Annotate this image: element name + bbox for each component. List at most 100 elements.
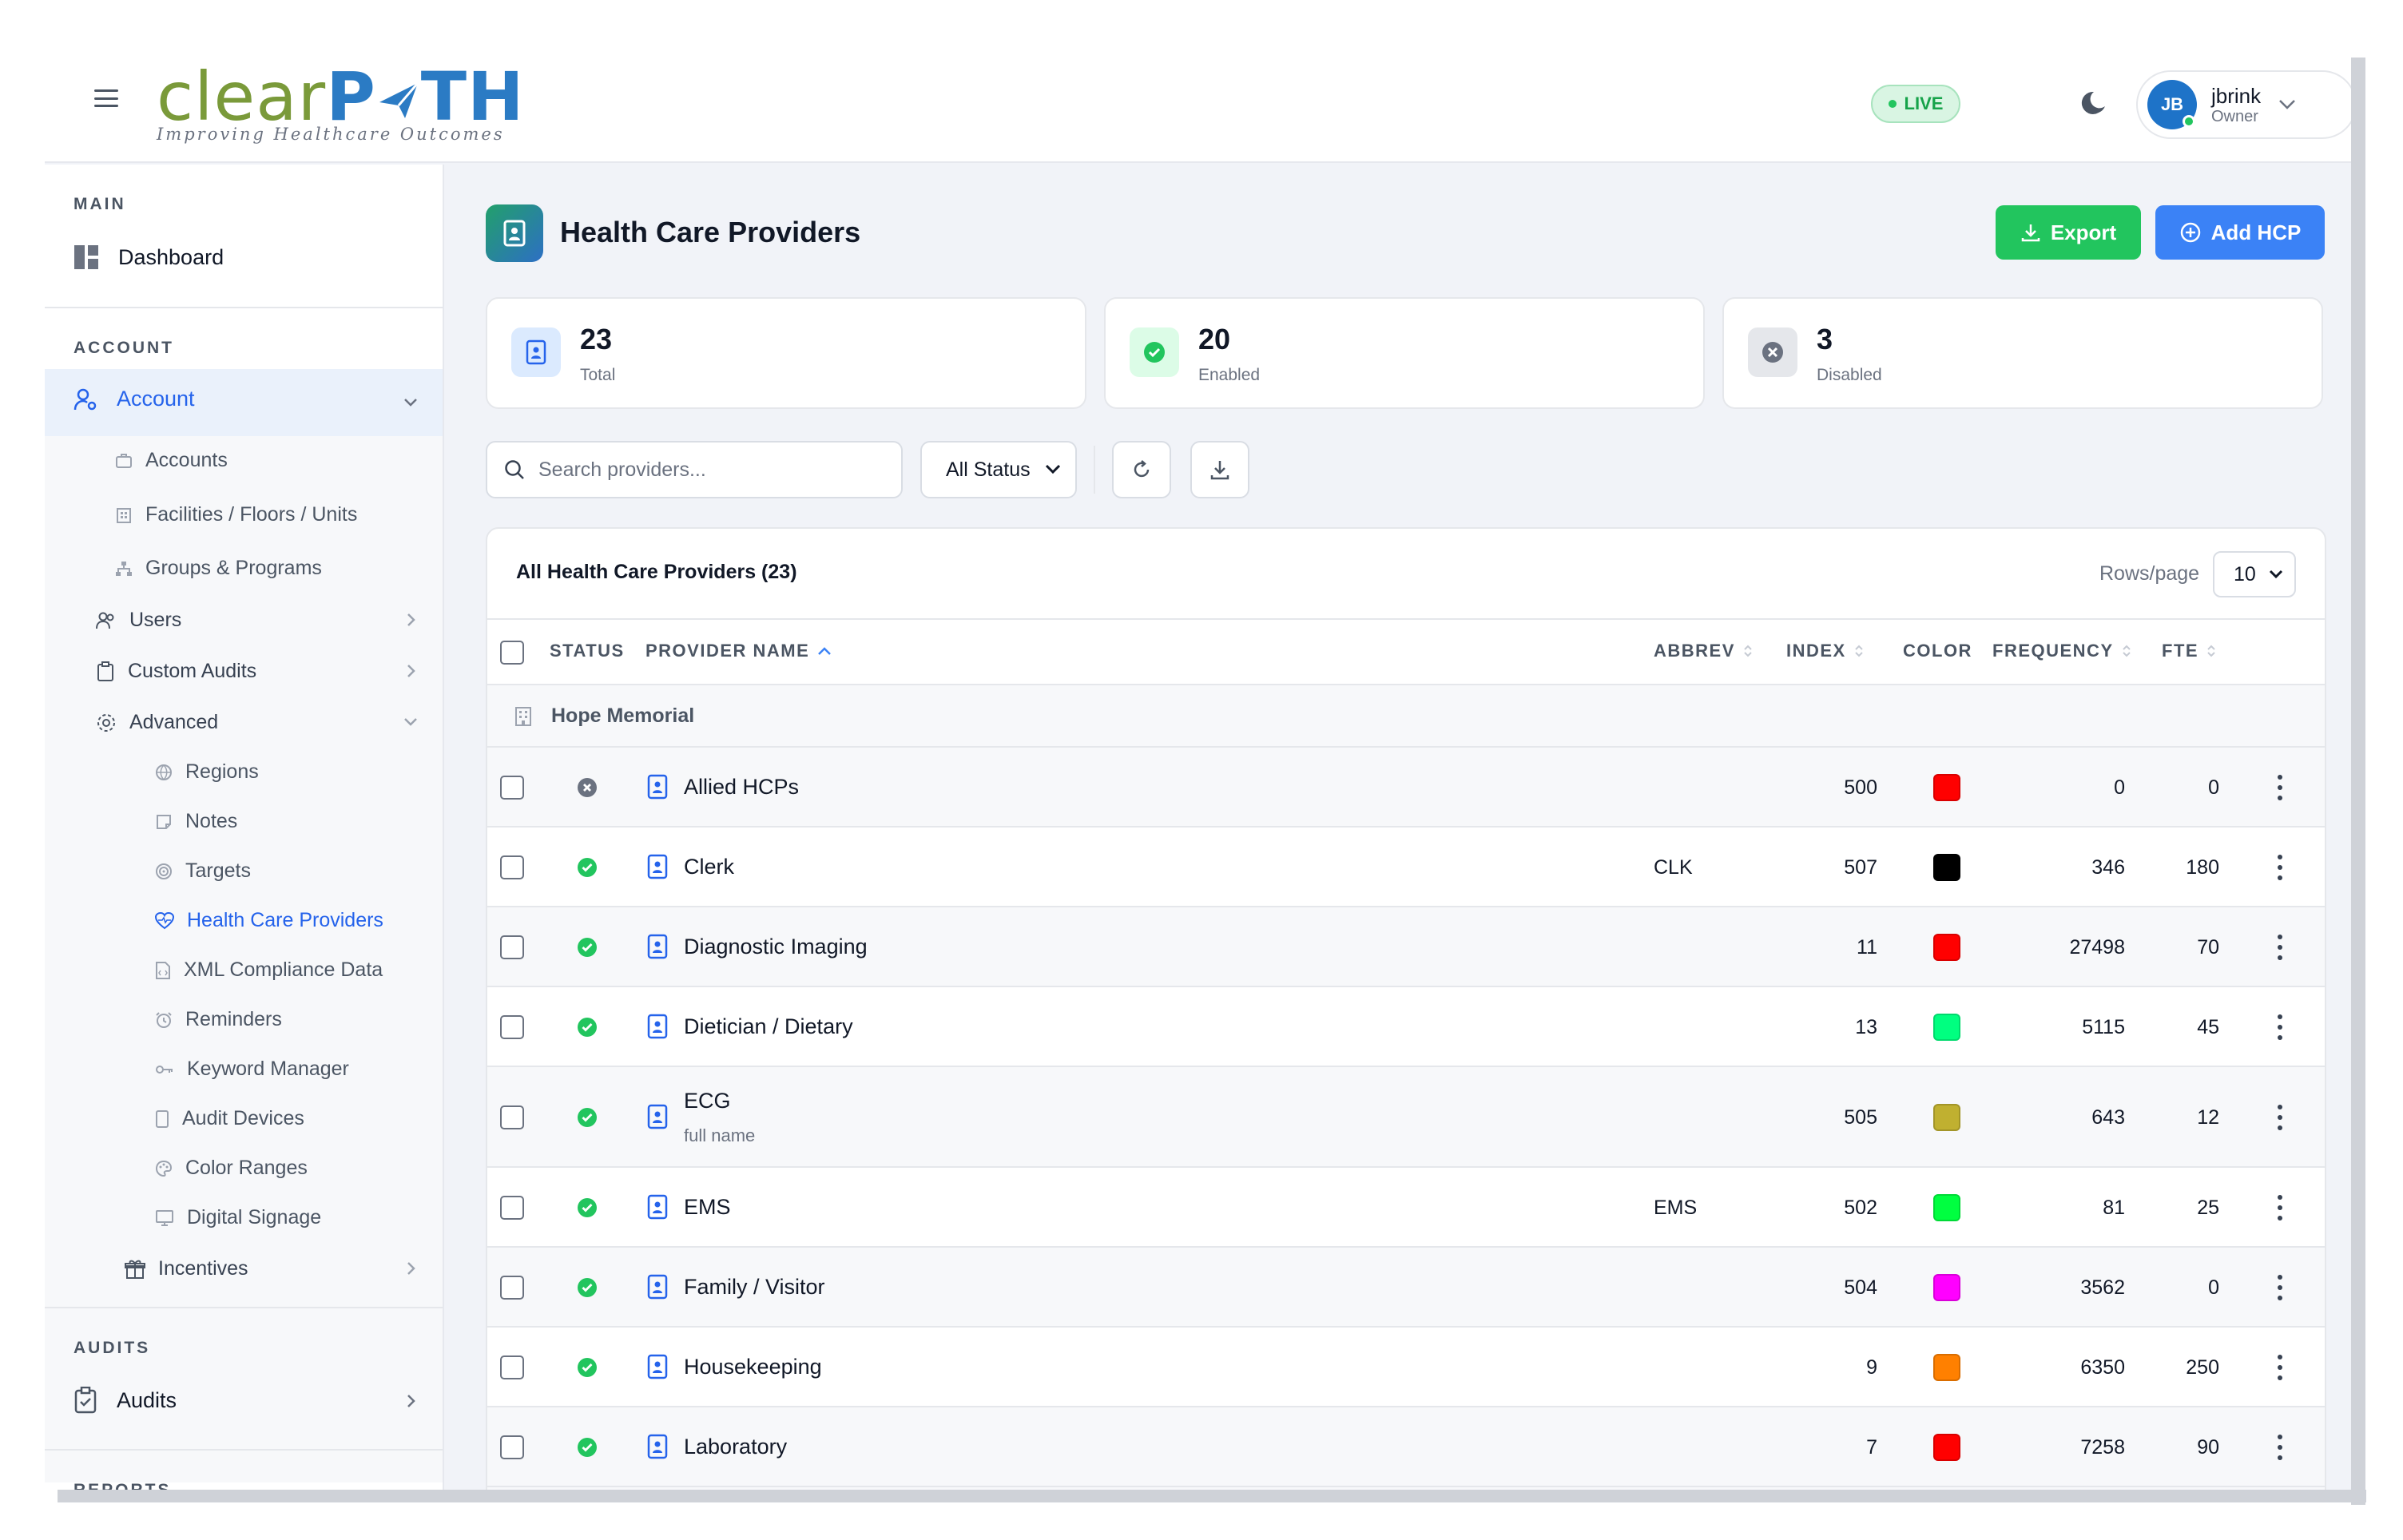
sidebar-item-color-ranges[interactable]: Color Ranges: [155, 1157, 308, 1180]
chevron-down-icon[interactable]: [401, 712, 420, 732]
sidebar-item-audit-devices[interactable]: Audit Devices: [155, 1107, 304, 1130]
row-actions-icon[interactable]: [2270, 1192, 2290, 1224]
download-button[interactable]: [1190, 441, 1249, 498]
row-actions-icon[interactable]: [2270, 1101, 2290, 1133]
column-status[interactable]: STATUS: [550, 641, 625, 661]
row-checkbox[interactable]: [500, 1276, 524, 1300]
sidebar-item-custom-audits[interactable]: Custom Audits: [96, 660, 256, 683]
chevron-right-icon[interactable]: [401, 1259, 420, 1278]
status-filter-select[interactable]: All Status: [920, 441, 1077, 498]
provider-name[interactable]: Diagnostic Imaging: [684, 935, 868, 959]
table-row[interactable]: ECG full name 505 643 12: [487, 1067, 2325, 1168]
add-hcp-button[interactable]: Add HCP: [2155, 205, 2325, 260]
row-actions-icon[interactable]: [2270, 931, 2290, 963]
sidebar-item-users[interactable]: Users: [96, 609, 181, 632]
row-checkbox[interactable]: [500, 1105, 524, 1129]
sidebar-item-health-care-providers[interactable]: Health Care Providers: [155, 909, 383, 932]
row-checkbox[interactable]: [500, 935, 524, 959]
sidebar-item-keyword-manager[interactable]: Keyword Manager: [155, 1058, 349, 1081]
gear-icon: [97, 713, 115, 732]
row-actions-icon[interactable]: [2270, 1431, 2290, 1463]
table-row[interactable]: Allied HCPs 500 0 0: [487, 748, 2325, 828]
table-row[interactable]: Clerk CLK 507 346 180: [487, 828, 2325, 907]
table-row[interactable]: Diagnostic Imaging 11 27498 70: [487, 907, 2325, 987]
table-row[interactable]: Dietician / Dietary 13 5115 45: [487, 987, 2325, 1067]
user-menu[interactable]: JB jbrink Owner: [2136, 70, 2357, 139]
menu-toggle-icon[interactable]: [94, 89, 118, 107]
table-row[interactable]: Housekeeping 9 6350 250: [487, 1328, 2325, 1407]
column-index[interactable]: INDEX: [1786, 641, 1864, 661]
heart-pulse-icon: [155, 911, 174, 929]
provider-name[interactable]: Family / Visitor: [684, 1275, 825, 1300]
page-title: Health Care Providers: [560, 216, 861, 248]
sidebar-item-digital-signage[interactable]: Digital Signage: [155, 1206, 321, 1229]
provider-name[interactable]: Dietician / Dietary: [684, 1014, 853, 1039]
provider-name[interactable]: ECG: [684, 1089, 731, 1113]
stat-label: Total: [580, 366, 616, 384]
user-gear-icon: [73, 388, 97, 410]
table-row[interactable]: EMS EMS 502 81 25: [487, 1168, 2325, 1248]
provider-fte: 12: [2197, 1106, 2219, 1129]
chevron-down-icon[interactable]: [401, 393, 420, 412]
export-button[interactable]: Export: [1996, 205, 2141, 260]
row-actions-icon[interactable]: [2270, 772, 2290, 804]
provider-index: 502: [1844, 1197, 1877, 1219]
provider-badge-icon: [647, 1274, 668, 1300]
sidebar-item-label: Audits: [117, 1387, 177, 1412]
sidebar-item-xml-compliance[interactable]: XML Compliance Data: [155, 959, 383, 982]
sidebar-item-targets[interactable]: Targets: [155, 859, 251, 883]
logo-tagline: Improving Healthcare Outcomes: [157, 125, 505, 144]
select-all-checkbox[interactable]: [500, 641, 524, 665]
row-actions-icon[interactable]: [2270, 1272, 2290, 1304]
plus-circle-icon: [2180, 222, 2200, 243]
sidebar-item-facilities[interactable]: Facilities / Floors / Units: [115, 503, 357, 526]
sidebar-item-regions[interactable]: Regions: [155, 760, 259, 784]
provider-name[interactable]: Clerk: [684, 855, 734, 879]
sort-icon: [1855, 645, 1863, 657]
row-checkbox[interactable]: [500, 1435, 524, 1459]
provider-name[interactable]: Allied HCPs: [684, 775, 799, 800]
check-circle-icon: [577, 1277, 598, 1298]
live-badge: LIVE: [1871, 85, 1960, 123]
sidebar-item-notes[interactable]: Notes: [155, 810, 237, 833]
table-row[interactable]: Family / Visitor 504 3562 0: [487, 1248, 2325, 1328]
stat-card-enabled: 20 Enabled: [1104, 297, 1705, 409]
sidebar-item-account[interactable]: Account: [73, 387, 195, 411]
refresh-button[interactable]: [1112, 441, 1171, 498]
row-actions-icon[interactable]: [2270, 851, 2290, 883]
column-frequency[interactable]: FREQUENCY: [1992, 641, 2131, 661]
provider-name[interactable]: Laboratory: [684, 1435, 787, 1459]
column-fte[interactable]: FTE: [2162, 641, 2216, 661]
sidebar-item-groups[interactable]: Groups & Programs: [115, 557, 322, 580]
row-checkbox[interactable]: [500, 1015, 524, 1039]
row-checkbox[interactable]: [500, 776, 524, 800]
chevron-right-icon[interactable]: [401, 610, 420, 629]
row-actions-icon[interactable]: [2270, 1011, 2290, 1043]
rows-per-page-select[interactable]: 10: [2213, 551, 2296, 597]
clearpath-logo[interactable]: clearP TH Improving Healthcare Outcomes: [157, 61, 532, 149]
row-checkbox[interactable]: [500, 855, 524, 879]
clipboard-check-icon: [74, 1387, 97, 1414]
provider-name[interactable]: EMS: [684, 1195, 731, 1220]
sidebar-item-incentives[interactable]: Incentives: [125, 1257, 248, 1280]
sidebar-item-dashboard[interactable]: Dashboard: [73, 244, 224, 270]
provider-name[interactable]: Housekeeping: [684, 1355, 822, 1379]
sidebar-item-audits[interactable]: Audits: [73, 1387, 177, 1414]
row-checkbox[interactable]: [500, 1196, 524, 1220]
dark-mode-moon-icon[interactable]: [2074, 85, 2112, 123]
search-input[interactable]: [538, 458, 882, 482]
column-abbrev[interactable]: ABBREV: [1654, 641, 1753, 661]
sidebar-item-advanced[interactable]: Advanced: [96, 711, 218, 734]
table-row[interactable]: Laboratory 7 7258 90: [487, 1407, 2325, 1487]
chevron-right-icon[interactable]: [401, 1391, 420, 1411]
column-label: PROVIDER NAME: [645, 641, 810, 661]
row-actions-icon[interactable]: [2270, 1351, 2290, 1383]
check-circle-icon: [1130, 327, 1179, 377]
sidebar-item-label: Health Care Providers: [187, 909, 383, 931]
sidebar-item-accounts[interactable]: Accounts: [115, 449, 228, 472]
row-checkbox[interactable]: [500, 1355, 524, 1379]
chevron-right-icon[interactable]: [401, 661, 420, 681]
sort-icon: [1744, 645, 1752, 657]
column-provider-name[interactable]: PROVIDER NAME: [645, 641, 832, 661]
sidebar-item-reminders[interactable]: Reminders: [155, 1008, 282, 1031]
